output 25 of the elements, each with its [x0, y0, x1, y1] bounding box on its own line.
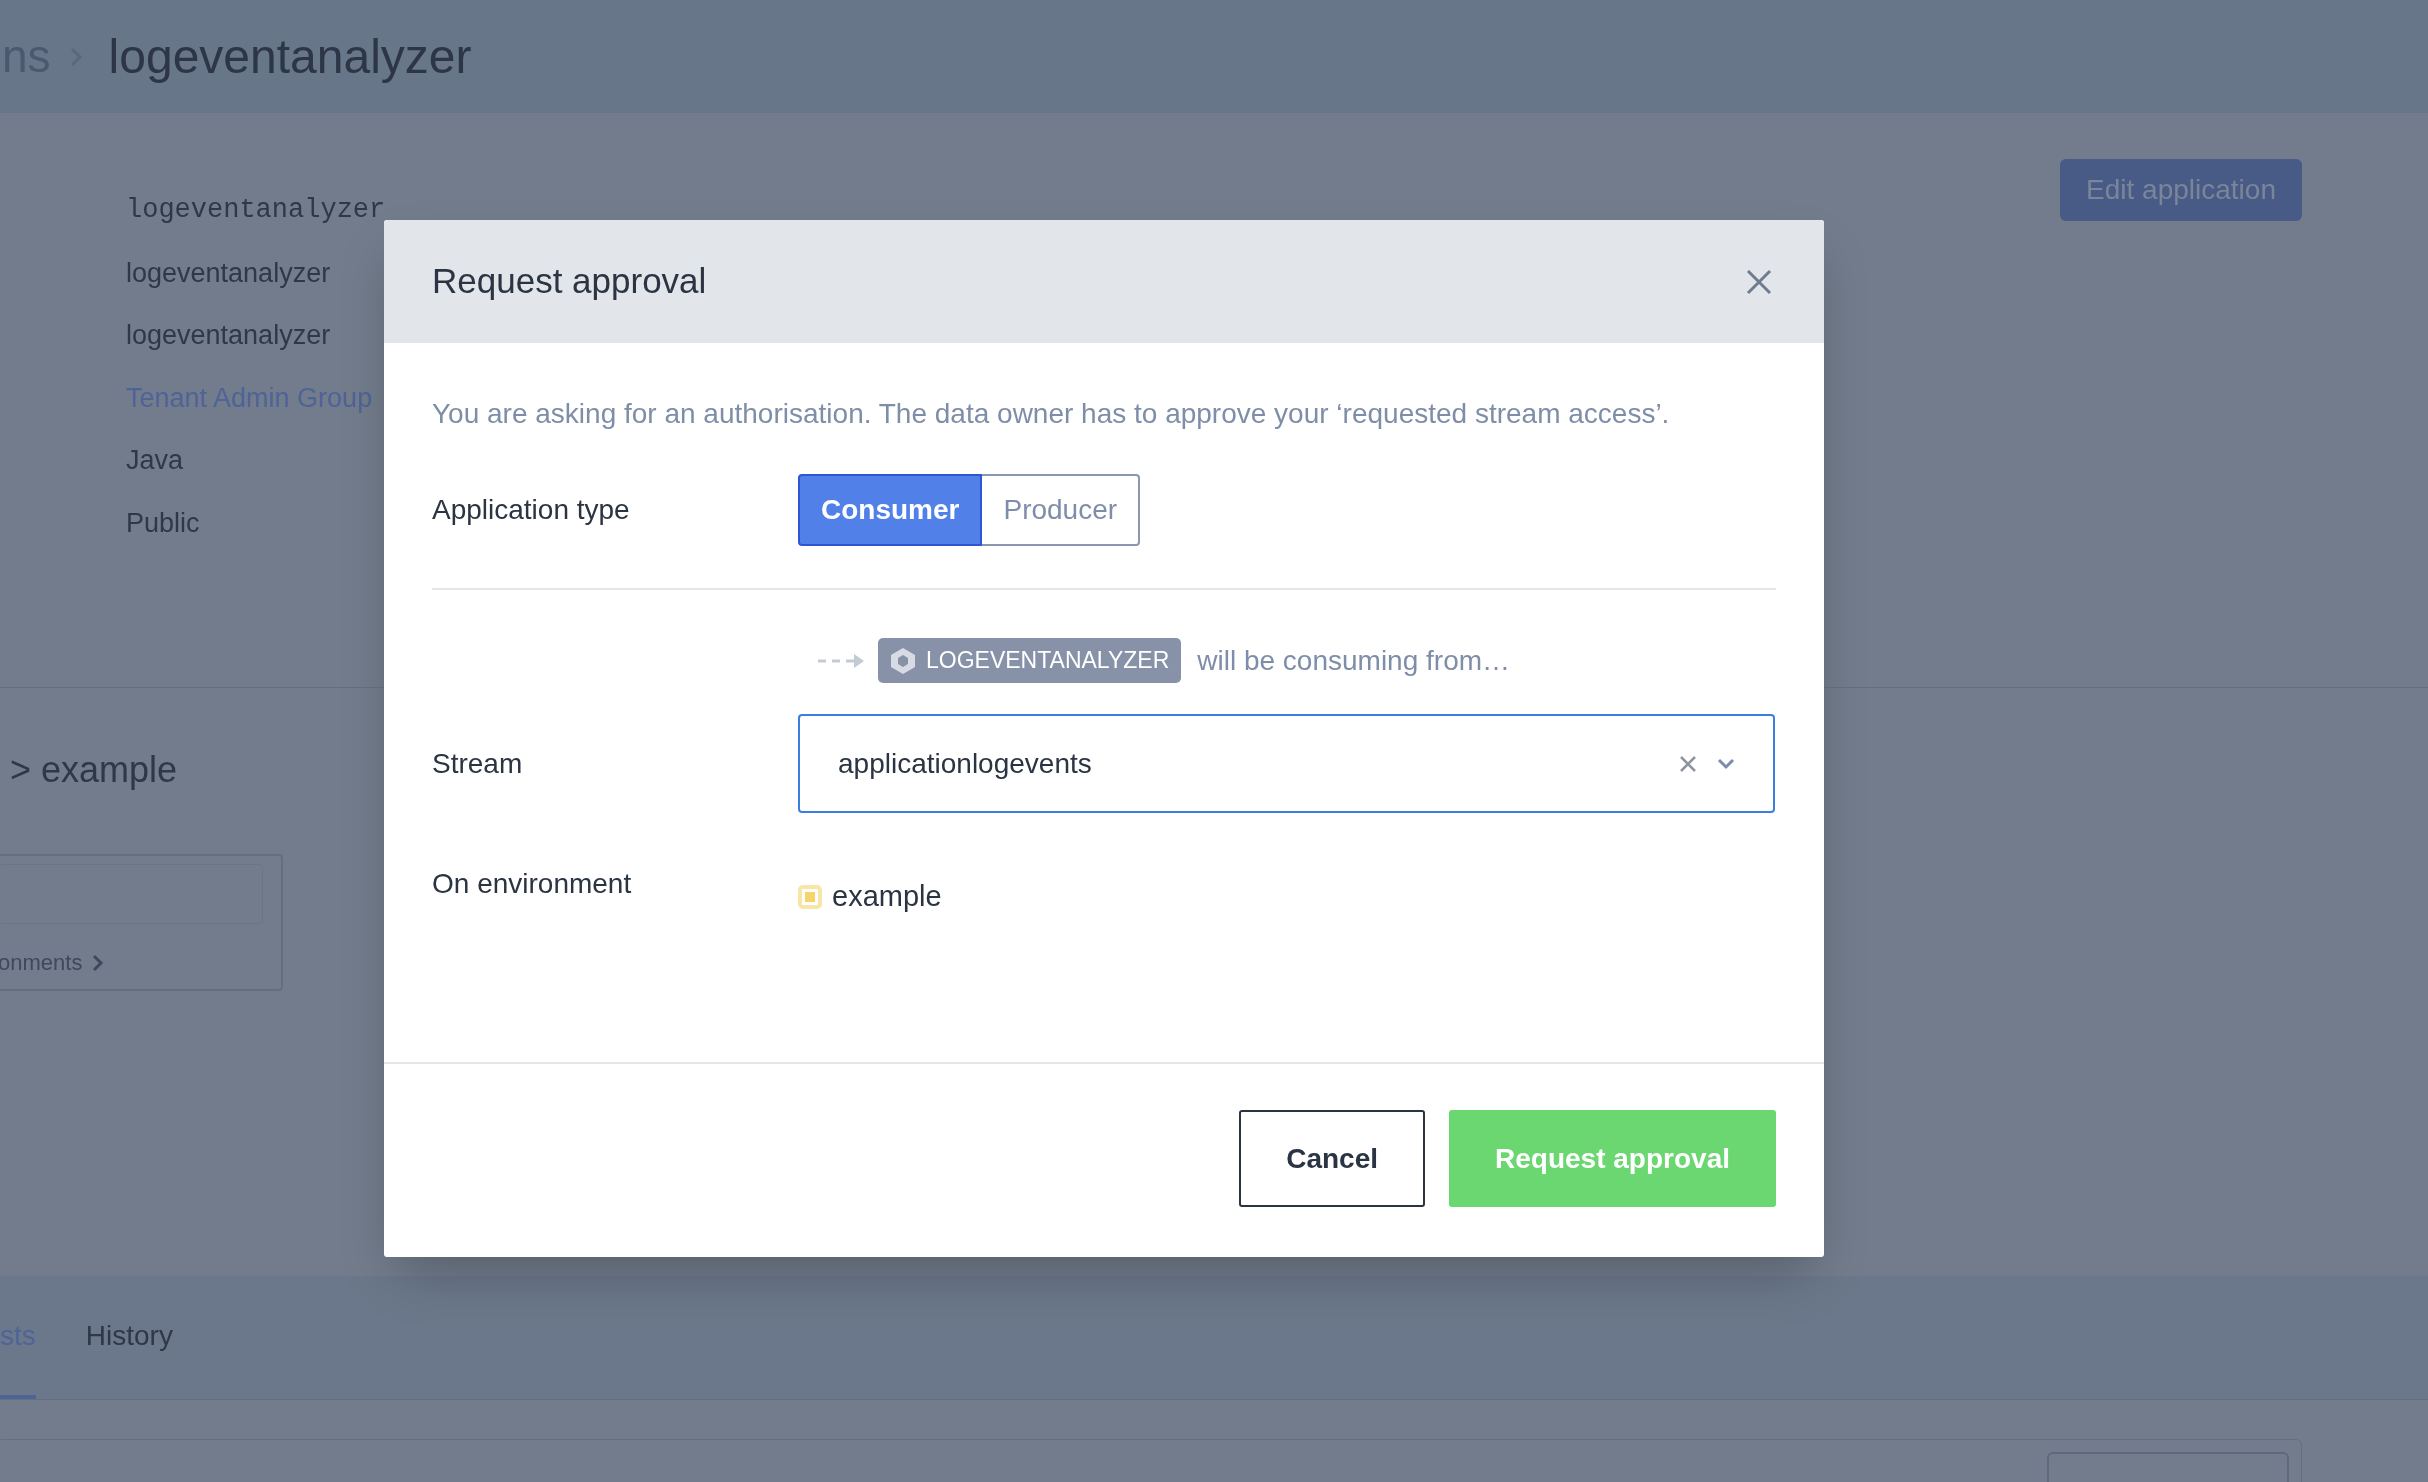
description-text: You are asking for an authorisation. The data owner has to approve your ‘requested stream access’.	[432, 397, 1671, 431]
section-title: > example	[10, 748, 178, 792]
chevron-right-icon	[92, 953, 105, 972]
detail-value: logeventanalyzer	[126, 194, 386, 227]
segment-button[interactable]: Consumer	[798, 474, 983, 546]
tab[interactable]: History	[85, 1276, 173, 1399]
field-label: Application type	[432, 493, 631, 527]
cancel-button[interactable]: Cancel	[1239, 1110, 1426, 1207]
application-badge: LOGEVENTANALYZER	[878, 638, 1182, 683]
field-label: Stream	[432, 746, 524, 781]
environment-name: example	[832, 879, 942, 914]
clear-icon	[1679, 754, 1697, 773]
detail-value: Public	[126, 506, 201, 540]
field-label: On environment	[432, 867, 633, 901]
stream-select[interactable]: applicationlogevents	[798, 714, 1775, 813]
hexagon-icon	[890, 646, 916, 675]
segment-button[interactable]: Producer	[980, 474, 1141, 546]
detail-value: logeventanalyzer	[126, 319, 332, 352]
request-approval-button[interactable]: Request approval	[1449, 1110, 1776, 1207]
detail-value: logeventanalyzer	[126, 256, 332, 290]
consuming-text: will be consuming from…	[1197, 643, 1511, 678]
detail-value: Java	[126, 444, 185, 477]
chevron-down-icon	[1717, 757, 1735, 770]
dialog-title: Request approval	[432, 260, 707, 303]
page-title: logeventanalyzer	[108, 28, 472, 85]
